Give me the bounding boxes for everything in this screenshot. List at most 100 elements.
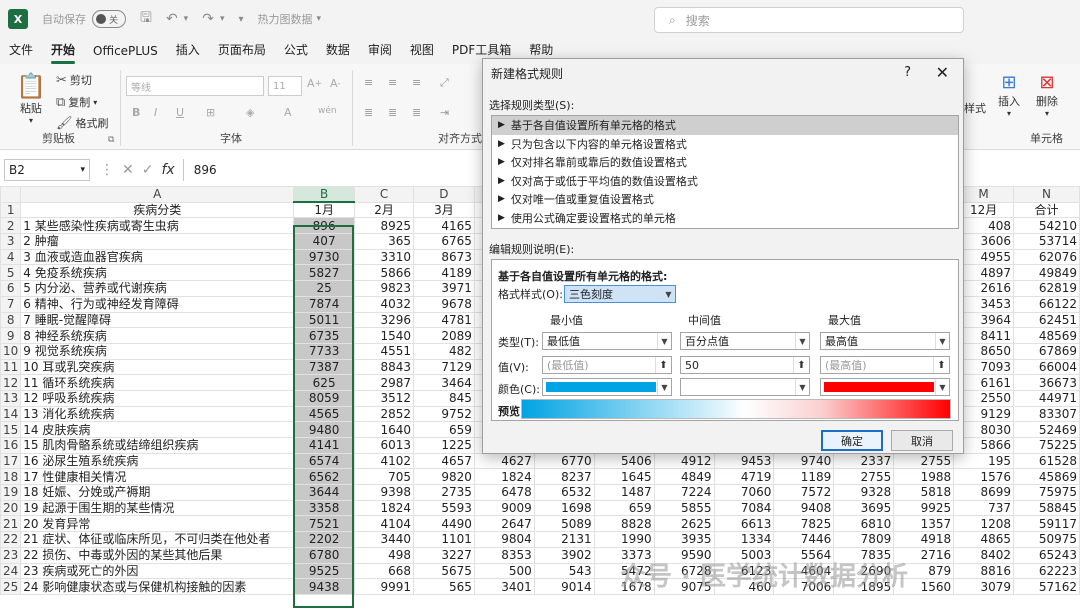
row-header[interactable]: 8 (0, 311, 22, 329)
cell-disease-category[interactable]: 3 血液或造血器官疾病 (20, 248, 295, 266)
cell-month[interactable]: 3373 (593, 546, 655, 564)
tab-formulas[interactable]: 公式 (275, 41, 317, 64)
cell-jan[interactable]: 5827 (293, 264, 356, 282)
cell-total[interactable]: 62076 (1013, 248, 1080, 266)
cell-total[interactable]: 66122 (1013, 295, 1080, 313)
cell-month[interactable]: 659 (593, 499, 655, 517)
row-header[interactable]: 7 (0, 295, 22, 313)
cell-disease-category[interactable]: 6 精神、行为或神经发育障碍 (20, 295, 295, 313)
cell-month[interactable]: 2131 (533, 531, 595, 548)
cell-disease-category[interactable]: 23 疾病或死亡的外因 (20, 562, 295, 580)
cell-total[interactable]: 48569 (1013, 327, 1080, 344)
row-header[interactable]: 15 (0, 421, 22, 438)
name-box[interactable]: B2 ▾ (4, 159, 90, 181)
cell-mar[interactable]: 4165 (412, 217, 475, 235)
delete-cells-button[interactable]: ⊠ 删除 ▾ (1036, 72, 1058, 118)
save-icon[interactable]: 🖫 (140, 7, 152, 31)
row-header[interactable]: 16 (0, 437, 22, 454)
cancel-button[interactable]: 取消 (891, 430, 953, 451)
tab-page-layout[interactable]: 页面布局 (209, 41, 275, 64)
help-icon[interactable]: ? (904, 65, 911, 80)
min-type-select[interactable]: 最低值 ▼ (542, 332, 672, 350)
cell-disease-category[interactable]: 16 泌尿生殖系统疾病 (20, 452, 295, 470)
cell-month[interactable]: 460 (713, 578, 775, 595)
close-icon[interactable]: ✕ (936, 63, 949, 82)
cell-month[interactable]: 5003 (713, 546, 775, 564)
row-header[interactable]: 2 (0, 217, 22, 235)
cell-total[interactable]: 57162 (1013, 578, 1080, 595)
row-header[interactable]: 12 (0, 374, 22, 391)
cell-disease-category[interactable]: 11 循环系统疾病 (20, 374, 295, 391)
cell-month[interactable]: 543 (533, 562, 595, 580)
cell-mar[interactable]: 9678 (412, 295, 475, 313)
select-all-corner[interactable] (0, 186, 22, 203)
cell-month[interactable]: 1988 (893, 468, 955, 486)
cell-month[interactable]: 4849 (653, 468, 715, 486)
cell-disease-category[interactable]: 20 发育异常 (20, 515, 295, 533)
cell-mar[interactable]: 2735 (412, 484, 475, 501)
cell-mar[interactable]: 4490 (412, 515, 475, 533)
customize-toolbar-icon[interactable]: ▾ (238, 14, 243, 25)
cell-mar[interactable]: 9752 (412, 405, 475, 423)
cell-total[interactable]: 52469 (1013, 421, 1080, 438)
redo-dropdown-icon[interactable]: ▾ (220, 14, 225, 24)
mid-color-select[interactable]: ▼ (680, 378, 810, 396)
insert-function-icon[interactable]: fx (161, 162, 174, 178)
cell-jan[interactable]: 6574 (293, 452, 356, 470)
cell-month[interactable]: 1357 (893, 515, 955, 533)
row-header[interactable]: 6 (0, 280, 22, 297)
cell-month[interactable]: 6613 (713, 515, 775, 533)
cell-disease-category[interactable]: 10 耳或乳突疾病 (20, 358, 295, 376)
row-header[interactable]: 3 (0, 233, 22, 250)
cell-feb[interactable]: 2987 (354, 374, 414, 391)
cell-mar[interactable]: 8673 (412, 248, 475, 266)
cell-month[interactable]: 2690 (833, 562, 895, 580)
cell-total[interactable]: 65243 (1013, 546, 1080, 564)
align-middle-icon[interactable]: ≡ (388, 76, 397, 89)
cell-jan[interactable]: 407 (293, 233, 356, 250)
cell-disease-category[interactable]: 14 皮肤疾病 (20, 421, 295, 438)
cell-month[interactable]: 1895 (833, 578, 895, 595)
phonetic-icon[interactable]: wén (318, 106, 337, 116)
cell-month[interactable]: 3695 (833, 499, 895, 517)
cell-jan[interactable]: 625 (293, 374, 356, 391)
cell-month[interactable]: 4918 (893, 531, 955, 548)
cell-disease-category[interactable]: 15 肌肉骨骼系统或结缔组织疾病 (20, 437, 295, 454)
cell-mar[interactable]: 5675 (412, 562, 475, 580)
clipboard-launcher-icon[interactable]: ⧉ (108, 135, 114, 145)
cell-disease-category[interactable]: 9 视觉系统疾病 (20, 342, 295, 360)
cell-month[interactable]: 5564 (773, 546, 835, 564)
header-disease-category[interactable]: 疾病分类 (20, 201, 295, 219)
cell-mar[interactable]: 1225 (412, 437, 475, 454)
cell-dec[interactable]: 8816 (953, 562, 1015, 580)
cell-month[interactable]: 6532 (533, 484, 595, 501)
row-header[interactable]: 14 (0, 405, 22, 423)
cell-month[interactable]: 3935 (653, 531, 715, 548)
cell-month[interactable]: 9925 (893, 499, 955, 517)
cell-mar[interactable]: 845 (412, 389, 475, 407)
cell-jan[interactable]: 6780 (293, 546, 356, 564)
cell-jan[interactable]: 6735 (293, 327, 356, 344)
row-header[interactable]: 13 (0, 389, 22, 407)
cell-month[interactable]: 1189 (773, 468, 835, 486)
cell-mar[interactable]: 5593 (412, 499, 475, 517)
range-picker-icon[interactable]: ⬆ (933, 357, 949, 373)
rule-type-list[interactable]: ▶ 基于各自值设置所有单元格的格式 ▶ 只为包含以下内容的单元格设置格式 ▶ 仅对排名… (491, 115, 959, 229)
row-header[interactable]: 19 (0, 484, 22, 501)
min-color-select[interactable]: ▼ (542, 378, 672, 396)
cell-disease-category[interactable]: 22 损伤、中毒或外因的某些其他后果 (20, 546, 295, 564)
max-type-select[interactable]: 最高值 ▼ (820, 332, 950, 350)
cell-month[interactable]: 5472 (593, 562, 655, 580)
cell-month[interactable]: 2755 (893, 452, 955, 470)
align-right-icon[interactable]: ≣ (412, 106, 421, 119)
max-color-select[interactable]: ▼ (820, 378, 950, 396)
mid-type-select[interactable]: 百分点值 ▼ (680, 332, 810, 350)
cell-month[interactable]: 8237 (533, 468, 595, 486)
cell-month[interactable]: 5406 (593, 452, 655, 470)
cell-month[interactable]: 3401 (473, 578, 535, 595)
cell-disease-category[interactable]: 13 消化系统疾病 (20, 405, 295, 423)
header-feb[interactable]: 2月 (354, 201, 414, 219)
cut-button[interactable]: ✂ 剪切 (56, 72, 92, 88)
cell-dec[interactable]: 8699 (953, 484, 1015, 501)
cell-jan[interactable]: 25 (293, 280, 356, 297)
